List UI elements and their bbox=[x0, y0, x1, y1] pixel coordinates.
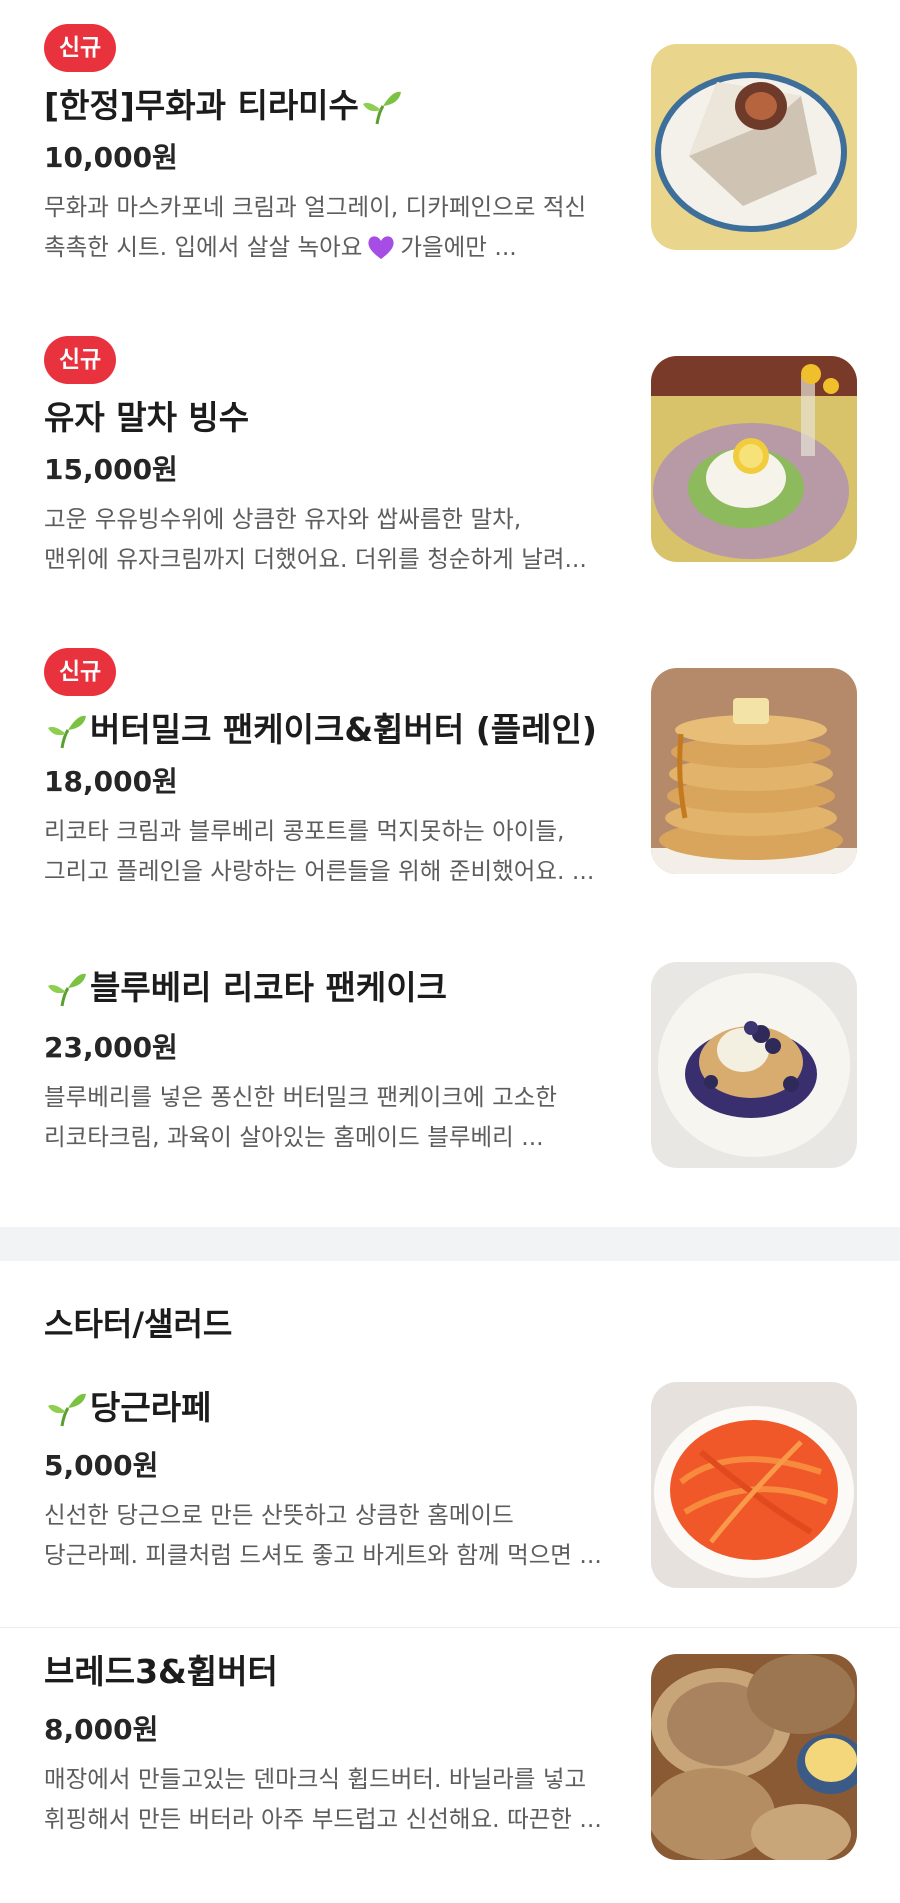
menu-item-description: 리코타 크림과 블루베리 콩포트를 먹지못하는 아이들, 그리고 플레인을 사랑… bbox=[44, 817, 595, 885]
menu-item-price: 18,000원 bbox=[44, 765, 178, 798]
menu-item-price: 10,000원 bbox=[44, 141, 178, 174]
menu-item-description: 무화과 마스카포네 크림과 얼그레이, 디카페인으로 적신 촉촉한 시트. 입에… bbox=[44, 193, 587, 261]
menu-item-name: 버터밀크 팬케이크&휩버터 (플레인) bbox=[44, 710, 597, 750]
menu-item-yuja-matcha-bingsu[interactable]: 신규 유자 말차 빙수 15,000원 고운 우유빙수위에 상큼한 유자와 쌉싸… bbox=[0, 312, 900, 625]
menu-item-photo[interactable] bbox=[651, 44, 857, 250]
section-divider bbox=[0, 1227, 900, 1261]
menu-item-name: 브레드3&휩버터 bbox=[44, 1652, 278, 1691]
new-badge: 신규 bbox=[44, 24, 116, 72]
sprout-icon bbox=[44, 968, 88, 1008]
sprout-icon bbox=[359, 86, 403, 126]
purple-heart-icon bbox=[368, 236, 394, 259]
section-title: 스타터/샐러드 bbox=[44, 1305, 233, 1343]
sprout-icon bbox=[44, 1388, 88, 1428]
menu-item-name: 당근라페 bbox=[44, 1388, 211, 1428]
menu-item-description: 신선한 당근으로 만든 산뜻하고 상큼한 홈메이드 당근라페. 피클처럼 드셔도… bbox=[44, 1501, 602, 1569]
menu-item-photo[interactable] bbox=[651, 356, 857, 562]
menu-item-description: 고운 우유빙수위에 상큼한 유자와 쌉싸름한 말차, 맨위에 유자크림까지 더했… bbox=[44, 505, 587, 573]
menu-item-fig-tiramisu[interactable]: 신규 [한정]무화과 티라미수 10,000원 무화과 마스카포네 크림과 얼그… bbox=[0, 0, 900, 313]
menu-item-description: 매장에서 만들고있는 덴마크식 휩드버터. 바닐라를 넣고 휘핑해서 만든 버터… bbox=[44, 1765, 602, 1833]
menu-item-name: 블루베리 리코타 팬케이크 bbox=[44, 968, 447, 1008]
menu-item-price: 8,000원 bbox=[44, 1713, 159, 1746]
menu-item-name: 유자 말차 빙수 bbox=[44, 398, 250, 437]
menu-item-price: 23,000원 bbox=[44, 1031, 178, 1064]
menu-item-photo[interactable] bbox=[651, 962, 857, 1168]
menu-item-carrot-rapee[interactable]: 당근라페 5,000원 신선한 당근으로 만든 산뜻하고 상큼한 홈메이드 당근… bbox=[0, 1364, 900, 1628]
menu-item-price: 5,000원 bbox=[44, 1449, 159, 1482]
menu-item-price: 15,000원 bbox=[44, 453, 178, 486]
menu-item-name: [한정]무화과 티라미수 bbox=[44, 86, 405, 126]
sprout-icon bbox=[44, 710, 88, 750]
menu-item-buttermilk-pancake[interactable]: 신규 버터밀크 팬케이크&휩버터 (플레인) 18,000원 리코타 크림과 블… bbox=[0, 624, 900, 937]
new-badge: 신규 bbox=[44, 648, 116, 696]
menu-item-blueberry-ricotta-pancake[interactable]: 블루베리 리코타 팬케이크 23,000원 블루베리를 넣은 퐁신한 버터밀크 … bbox=[0, 936, 900, 1249]
menu-item-bread-whip-butter[interactable]: 브레드3&휩버터 8,000원 매장에서 만들고있는 덴마크식 휩드버터. 바닐… bbox=[0, 1628, 900, 1903]
new-badge: 신규 bbox=[44, 336, 116, 384]
menu-item-description: 블루베리를 넣은 퐁신한 버터밀크 팬케이크에 고소한 리코타크림, 과육이 살… bbox=[44, 1083, 557, 1151]
menu-item-photo[interactable] bbox=[651, 1654, 857, 1860]
menu-item-photo[interactable] bbox=[651, 1382, 857, 1588]
menu-item-photo[interactable] bbox=[651, 668, 857, 874]
